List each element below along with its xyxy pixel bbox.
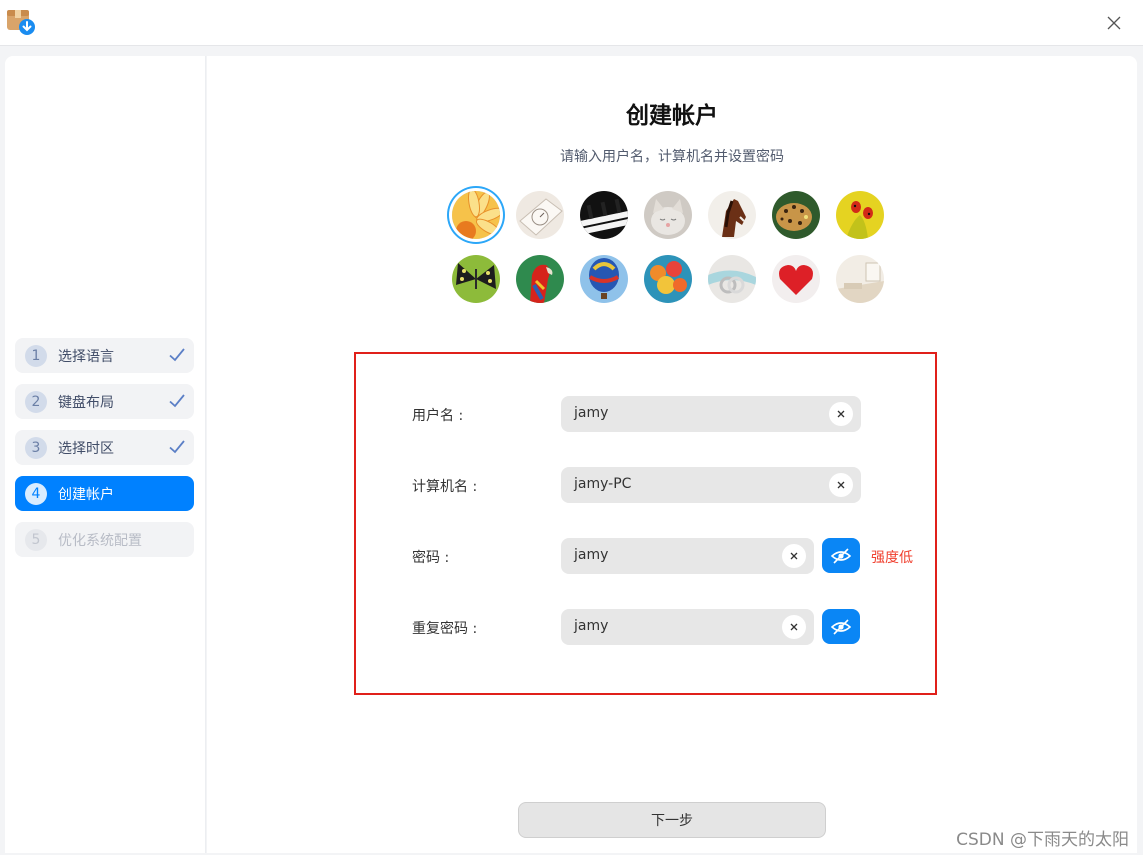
- close-button[interactable]: [1101, 10, 1127, 36]
- avatar-heart[interactable]: [772, 255, 820, 303]
- repeat-password-field[interactable]: jamy: [561, 609, 814, 645]
- computer-name-label: 计算机名 :: [412, 479, 478, 495]
- clear-repeat-password-button[interactable]: [782, 615, 806, 639]
- eye-hidden-icon: [831, 547, 851, 564]
- main-panel: 创建帐户 请输入用户名，计算机名并设置密码 用户名: jamy 计算机名: …: [207, 56, 1137, 853]
- sidebar-step-timezone[interactable]: 3 选择时区: [15, 430, 194, 465]
- step-number: 4: [25, 482, 47, 505]
- sidebar-step-language[interactable]: 1 选择语言: [15, 338, 194, 373]
- repeat-password-label: 重复密码 :: [412, 621, 478, 637]
- password-label: 密码 :: [412, 550, 450, 566]
- avatar-butterfly[interactable]: [452, 255, 500, 303]
- step-label: 选择语言: [58, 348, 114, 365]
- step-number: 1: [25, 344, 47, 367]
- clear-computer-name-button[interactable]: [829, 473, 853, 497]
- avatar-rings[interactable]: [708, 255, 756, 303]
- avatar-ladybug[interactable]: [836, 191, 884, 239]
- toggle-password-visibility-button[interactable]: [822, 538, 860, 573]
- sidebar: 1 选择语言 2 键盘布局 3 选择时区 4 创建帐户 5 优化系统配置: [5, 56, 206, 853]
- checkmark-icon: [169, 394, 185, 408]
- clear-username-button[interactable]: [829, 402, 853, 426]
- page-title: 创建帐户: [626, 103, 718, 129]
- title-bar: [0, 0, 1143, 46]
- sidebar-step-keyboard[interactable]: 2 键盘布局: [15, 384, 194, 419]
- computer-name-field[interactable]: jamy-PC: [561, 467, 861, 503]
- clear-icon: [790, 552, 798, 560]
- password-strength-text: 强度低: [871, 550, 913, 566]
- password-value: jamy: [574, 547, 609, 563]
- avatar-parrot[interactable]: [516, 255, 564, 303]
- clear-icon: [837, 410, 845, 418]
- eye-hidden-icon: [831, 618, 851, 635]
- avatar-clock-paper[interactable]: [516, 191, 564, 239]
- username-label: 用户名 :: [412, 408, 464, 424]
- step-label: 选择时区: [58, 440, 114, 457]
- checkmark-icon: [169, 440, 185, 454]
- repeat-password-value: jamy: [574, 618, 609, 634]
- page-subtitle: 请输入用户名，计算机名并设置密码: [560, 149, 784, 165]
- account-form: 用户名 : jamy 计算机名 : jamy-PC 密码 : jamy 强度低 …: [354, 352, 937, 695]
- avatar-kitten[interactable]: [644, 191, 692, 239]
- username-value: jamy: [574, 405, 609, 421]
- password-field[interactable]: jamy: [561, 538, 814, 574]
- clear-icon: [837, 481, 845, 489]
- sidebar-step-create-account[interactable]: 4 创建帐户: [15, 476, 194, 511]
- avatar-leopard[interactable]: [772, 191, 820, 239]
- avatar-room[interactable]: [836, 255, 884, 303]
- watermark: CSDN @下雨天的太阳: [956, 830, 1129, 850]
- clear-password-button[interactable]: [782, 544, 806, 568]
- username-field[interactable]: jamy: [561, 396, 861, 432]
- avatar-piano[interactable]: [580, 191, 628, 239]
- step-label: 创建帐户: [58, 486, 114, 503]
- step-number: 5: [25, 528, 47, 551]
- avatar-horse[interactable]: [708, 191, 756, 239]
- avatar-hot-air-balloon[interactable]: [580, 255, 628, 303]
- step-number: 2: [25, 390, 47, 413]
- step-label: 键盘布局: [58, 394, 114, 411]
- computer-name-value: jamy-PC: [574, 476, 632, 492]
- checkmark-icon: [169, 348, 185, 362]
- toggle-repeat-password-visibility-button[interactable]: [822, 609, 860, 644]
- installer-package-icon: [6, 7, 36, 37]
- avatar-flower[interactable]: [452, 191, 500, 239]
- step-number: 3: [25, 436, 47, 459]
- close-icon: [1107, 16, 1121, 30]
- avatar-balloons[interactable]: [644, 255, 692, 303]
- clear-icon: [790, 623, 798, 631]
- step-label: 优化系统配置: [58, 532, 142, 549]
- sidebar-step-optimize: 5 优化系统配置: [15, 522, 194, 557]
- next-button[interactable]: 下一步: [518, 802, 826, 838]
